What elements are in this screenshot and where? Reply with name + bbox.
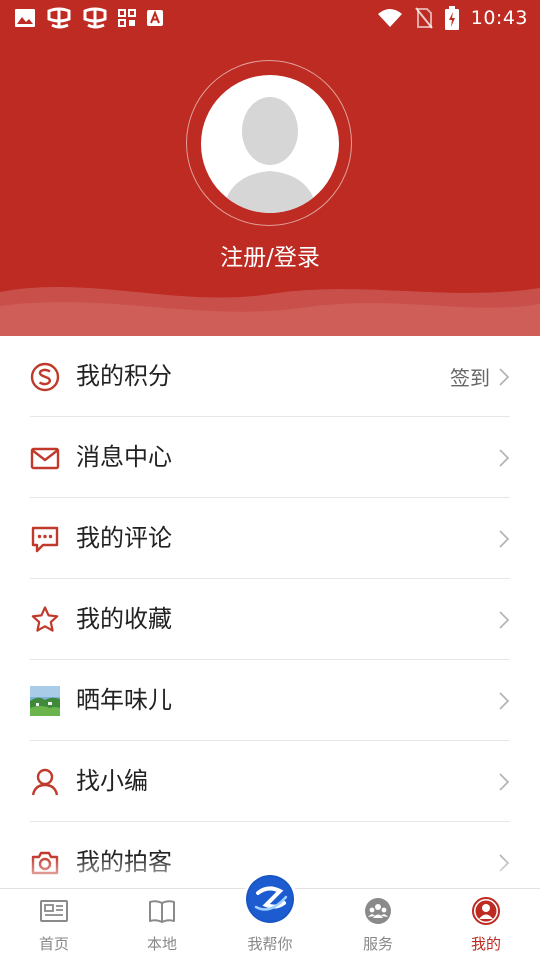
person-icon bbox=[31, 768, 59, 796]
mail-icon bbox=[30, 447, 60, 470]
tab-label: 服务 bbox=[362, 935, 393, 953]
status-time: 10:43 bbox=[470, 7, 528, 29]
tab-home[interactable]: 首页 bbox=[0, 889, 108, 961]
profile-header: 10:43 注册/登录 bbox=[0, 0, 540, 336]
menu-item-label: 我的收藏 bbox=[76, 605, 172, 633]
wifi-icon bbox=[377, 9, 402, 27]
chevron-right-icon bbox=[499, 367, 510, 386]
chevron-right-icon bbox=[499, 610, 510, 629]
menu-item-label: 找小编 bbox=[76, 767, 148, 795]
chevron-right-icon bbox=[499, 853, 510, 872]
menu-item-points[interactable]: 我的积分 签到 bbox=[0, 336, 540, 417]
service-icon bbox=[365, 898, 391, 924]
login-register-link[interactable]: 注册/登录 bbox=[0, 238, 540, 272]
chevron-right-icon bbox=[499, 448, 510, 467]
menu-item-label: 我的积分 bbox=[76, 362, 172, 390]
news-icon bbox=[40, 900, 68, 922]
points-icon bbox=[30, 362, 60, 392]
tab-label: 我帮你 bbox=[247, 935, 293, 953]
tab-label: 我的 bbox=[470, 935, 501, 953]
tab-label: 首页 bbox=[38, 935, 69, 953]
tab-services[interactable]: 服务 bbox=[324, 889, 432, 961]
app-icon bbox=[47, 7, 71, 29]
photo-thumbnail-icon bbox=[30, 686, 60, 716]
menu-list: 我的积分 签到 消息中心 我的评论 我的收藏 晒年味儿 找小编 我的拍客 bbox=[0, 336, 540, 903]
comment-icon bbox=[31, 526, 59, 553]
help-logo-icon[interactable] bbox=[246, 875, 294, 923]
status-bar: 10:43 bbox=[0, 0, 540, 36]
help-logo-mark bbox=[248, 877, 292, 921]
tab-label: 本地 bbox=[146, 935, 177, 953]
menu-item-label: 晒年味儿 bbox=[76, 686, 172, 714]
app-icon bbox=[83, 7, 107, 29]
grid-icon bbox=[118, 9, 136, 27]
menu-item-find-editor[interactable]: 找小编 bbox=[0, 741, 540, 822]
book-icon bbox=[149, 900, 175, 923]
camera-icon bbox=[31, 851, 59, 875]
menu-item-favorites[interactable]: 我的收藏 bbox=[0, 579, 540, 660]
image-icon bbox=[15, 9, 35, 27]
avatar[interactable] bbox=[201, 75, 339, 213]
header-waves bbox=[0, 287, 540, 336]
no-sim-icon bbox=[414, 7, 433, 29]
menu-item-comments[interactable]: 我的评论 bbox=[0, 498, 540, 579]
profile-icon bbox=[472, 897, 500, 925]
sign-in-link[interactable]: 签到 bbox=[450, 362, 490, 391]
battery-charging-icon bbox=[444, 6, 459, 30]
chevron-right-icon bbox=[499, 772, 510, 791]
chevron-right-icon bbox=[499, 691, 510, 710]
menu-item-new-year[interactable]: 晒年味儿 bbox=[0, 660, 540, 741]
menu-item-label: 我的评论 bbox=[76, 524, 172, 552]
menu-item-messages[interactable]: 消息中心 bbox=[0, 417, 540, 498]
tab-mine[interactable]: 我的 bbox=[432, 889, 540, 961]
star-icon bbox=[31, 606, 59, 632]
default-avatar-icon bbox=[223, 97, 317, 213]
chevron-right-icon bbox=[499, 529, 510, 548]
a-icon bbox=[147, 10, 163, 26]
menu-item-label: 消息中心 bbox=[76, 443, 172, 471]
tab-local[interactable]: 本地 bbox=[108, 889, 216, 961]
